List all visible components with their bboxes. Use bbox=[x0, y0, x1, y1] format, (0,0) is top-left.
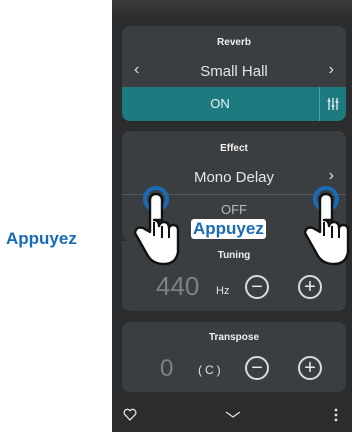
callout-left: Appuyez bbox=[4, 229, 79, 249]
heart-icon[interactable] bbox=[123, 408, 137, 421]
reverb-settings-button[interactable] bbox=[319, 87, 346, 121]
chevron-right-icon[interactable]: › bbox=[329, 62, 334, 78]
minus-icon: − bbox=[251, 276, 263, 298]
tuning-value: 440 bbox=[156, 271, 200, 301]
chevron-right-icon[interactable]: › bbox=[329, 168, 334, 184]
transpose-minus-button[interactable]: − bbox=[245, 356, 269, 380]
transpose-plus-button[interactable]: + bbox=[298, 356, 322, 380]
reverb-title: Reverb bbox=[217, 37, 251, 48]
bottom-bar bbox=[112, 398, 352, 432]
transpose-card: Transpose 0 (C) − + bbox=[122, 322, 346, 392]
more-vertical-icon[interactable] bbox=[334, 408, 338, 422]
transpose-value: 0 bbox=[160, 355, 174, 382]
transpose-unit: (C) bbox=[198, 363, 224, 377]
status-area bbox=[112, 0, 352, 18]
hand-tap-icon bbox=[133, 186, 180, 266]
plus-icon: + bbox=[304, 357, 316, 379]
tuning-minus-button[interactable]: − bbox=[245, 275, 269, 299]
reverb-on-button[interactable]: ON bbox=[122, 96, 318, 111]
minus-icon: − bbox=[251, 357, 263, 379]
transpose-title: Transpose bbox=[208, 332, 260, 343]
reverb-toggle-bar: ON bbox=[122, 87, 346, 121]
callout-right: Appuyez bbox=[191, 219, 266, 239]
sliders-icon bbox=[327, 98, 339, 110]
effect-type-value[interactable]: Mono Delay bbox=[122, 169, 346, 186]
reverb-card: Reverb ‹ Small Hall › ON bbox=[122, 26, 346, 121]
plus-icon: + bbox=[304, 276, 316, 298]
tuning-unit: Hz bbox=[216, 285, 230, 297]
chevron-down-icon[interactable] bbox=[225, 411, 241, 419]
reverb-type-value[interactable]: Small Hall bbox=[122, 63, 346, 80]
tuning-plus-button[interactable]: + bbox=[298, 275, 322, 299]
effect-title: Effect bbox=[220, 143, 248, 154]
hand-tap-icon bbox=[303, 186, 350, 266]
